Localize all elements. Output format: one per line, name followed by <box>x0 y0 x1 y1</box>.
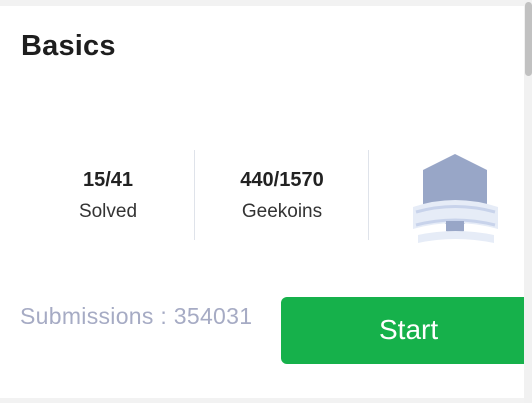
stat-geekoins: 440/1570 Geekoins <box>196 149 368 241</box>
scrollbar-thumb[interactable] <box>525 2 532 76</box>
geekoins-value: 440/1570 <box>240 169 324 191</box>
stats-row: 15/41 Solved 440/1570 Geekoins <box>22 149 524 243</box>
geekoins-label: Geekoins <box>241 201 323 222</box>
badge-graphic <box>413 154 498 243</box>
stat-divider <box>194 150 195 240</box>
badge-ribbon-bottom <box>418 231 494 243</box>
card-title: Basics <box>21 30 116 62</box>
vertical-scrollbar[interactable] <box>524 0 532 403</box>
hexagon-badge-icon <box>410 151 500 245</box>
submissions-count: Submissions : 354031 <box>20 303 253 329</box>
course-card: Basics 15/41 Solved 440/1570 Geekoins Su… <box>0 6 524 398</box>
stat-solved: 15/41 Solved <box>22 149 194 241</box>
stat-divider <box>368 150 369 240</box>
solved-label: Solved <box>78 201 138 222</box>
solved-value: 15/41 <box>82 169 134 191</box>
start-button-label: Start <box>379 314 439 345</box>
start-button[interactable]: Start <box>281 297 524 364</box>
